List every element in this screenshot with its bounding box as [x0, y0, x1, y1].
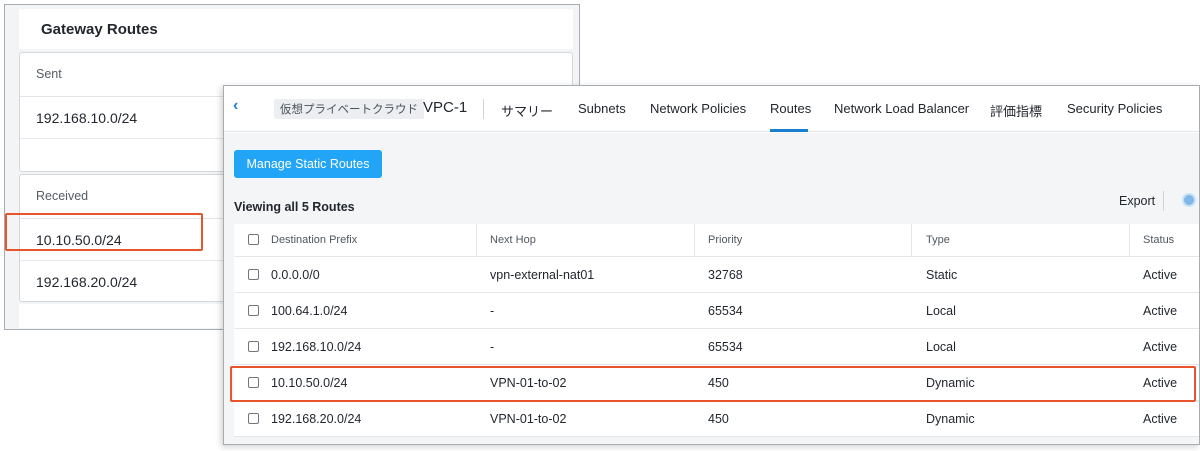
cell-priority: 65534	[708, 339, 743, 354]
highlight-received-route	[5, 213, 203, 251]
manage-static-routes-button[interactable]: Manage Static Routes	[234, 150, 382, 178]
cell-status: Active	[1143, 267, 1178, 282]
column-divider	[694, 224, 695, 256]
tab-metrics[interactable]: 評価指標	[990, 101, 1042, 120]
select-all-checkbox[interactable]	[248, 234, 259, 245]
received-route-value: 192.168.20.0/24	[36, 274, 138, 290]
column-header-next-hop[interactable]: Next Hop	[490, 224, 536, 256]
sent-route-value: 192.168.10.0/24	[36, 110, 138, 126]
cell-status: Active	[1143, 303, 1178, 318]
sent-label: Sent	[36, 67, 62, 81]
back-chevron-icon[interactable]: ‹	[233, 97, 238, 115]
tab-subnets[interactable]: Subnets	[578, 101, 626, 116]
table-row[interactable]: 100.64.1.0/24 - 65534 Local Active	[234, 293, 1199, 329]
column-header-type[interactable]: Type	[926, 224, 950, 256]
cell-next-hop: vpn-external-nat01	[490, 267, 595, 282]
cell-status: Active	[1143, 411, 1178, 426]
column-divider	[1129, 224, 1130, 256]
column-divider	[476, 224, 477, 256]
export-link[interactable]: Export	[1119, 194, 1155, 208]
cell-destination-prefix: 0.0.0.0/0	[271, 267, 320, 282]
cell-priority: 65534	[708, 303, 743, 318]
column-header-priority[interactable]: Priority	[708, 224, 742, 256]
tab-summary[interactable]: サマリー	[501, 101, 553, 120]
table-row[interactable]: 0.0.0.0/0 vpn-external-nat01 32768 Stati…	[234, 257, 1199, 293]
gateway-routes-header: Gateway Routes	[19, 9, 573, 49]
breadcrumb-vpc[interactable]: 仮想プライベートクラウド	[274, 99, 424, 119]
table-row[interactable]: 192.168.20.0/24 VPN-01-to-02 450 Dynamic…	[234, 401, 1199, 437]
cell-type: Local	[926, 303, 956, 318]
routes-table: Destination Prefix Next Hop Priority Typ…	[234, 224, 1199, 437]
highlight-dynamic-route-row	[230, 366, 1196, 402]
vpc-name: VPC-1	[423, 99, 468, 116]
cell-next-hop: VPN-01-to-02	[490, 411, 567, 426]
cell-next-hop: -	[490, 303, 495, 318]
gateway-routes-title: Gateway Routes	[41, 21, 158, 38]
routes-count-label: Viewing all 5 Routes	[234, 200, 355, 214]
tab-security-policies[interactable]: Security Policies	[1067, 101, 1162, 116]
tab-network-policies[interactable]: Network Policies	[650, 101, 746, 116]
row-checkbox[interactable]	[248, 269, 259, 280]
column-divider	[911, 224, 912, 256]
cell-type: Local	[926, 339, 956, 354]
nav-divider	[483, 99, 484, 119]
cell-type: Static	[926, 267, 958, 282]
cell-type: Dynamic	[926, 411, 975, 426]
cell-next-hop: -	[490, 339, 495, 354]
received-label: Received	[36, 189, 89, 203]
cell-priority: 32768	[708, 267, 743, 282]
toolbar-divider	[1163, 191, 1164, 211]
column-header-destination-prefix[interactable]: Destination Prefix	[271, 224, 357, 256]
vpc-nav-bar: ‹ 仮想プライベートクラウド VPC-1 サマリー Subnets Networ…	[224, 86, 1199, 132]
row-checkbox[interactable]	[248, 413, 259, 424]
cell-status: Active	[1143, 339, 1178, 354]
cell-destination-prefix: 192.168.10.0/24	[271, 339, 362, 354]
cell-destination-prefix: 192.168.20.0/24	[271, 411, 362, 426]
info-icon[interactable]	[1182, 193, 1196, 207]
active-tab-underline	[770, 129, 808, 132]
tab-network-load-balancer[interactable]: Network Load Balancer	[834, 101, 969, 116]
column-header-status[interactable]: Status	[1143, 224, 1174, 256]
row-checkbox[interactable]	[248, 305, 259, 316]
table-row[interactable]: 192.168.10.0/24 - 65534 Local Active	[234, 329, 1199, 365]
table-header-row: Destination Prefix Next Hop Priority Typ…	[234, 224, 1199, 257]
cell-destination-prefix: 100.64.1.0/24	[271, 303, 348, 318]
tab-routes[interactable]: Routes	[770, 101, 811, 116]
cell-priority: 450	[708, 411, 729, 426]
row-checkbox[interactable]	[248, 341, 259, 352]
